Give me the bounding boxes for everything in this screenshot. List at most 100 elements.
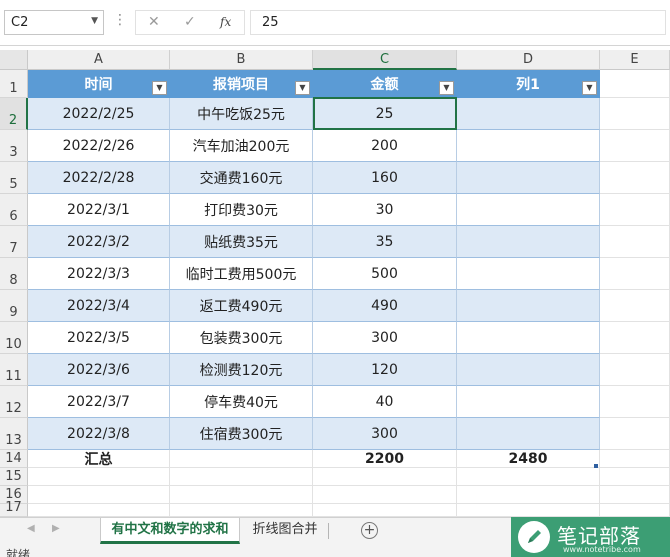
cell-d11[interactable] [457,354,600,386]
cell-c9[interactable]: 490 [313,290,457,322]
cell-b3[interactable]: 汽车加油200元 [170,130,313,162]
cell-b2[interactable]: 中午吃饭25元 [170,98,313,130]
row-header-12[interactable]: 12 [0,386,28,418]
cell-d14[interactable]: 2480 [457,450,600,468]
cell-e15[interactable] [600,468,670,486]
cell-e16[interactable] [600,486,670,504]
cell-b15[interactable] [170,468,313,486]
cell-c10[interactable]: 300 [313,322,457,354]
cell-e11[interactable] [600,354,670,386]
cell-b5[interactable]: 交通费160元 [170,162,313,194]
cell-e2[interactable] [600,98,670,130]
cell-c8[interactable]: 500 [313,258,457,290]
cell-e9[interactable] [600,290,670,322]
column-header-c[interactable]: C [313,50,457,70]
cell-d7[interactable] [457,226,600,258]
cell-a5[interactable]: 2022/2/28 [28,162,170,194]
cell-b1[interactable]: 报销项目 ▼ [170,70,313,98]
column-header-d[interactable]: D [457,50,600,70]
cell-c11[interactable]: 120 [313,354,457,386]
cell-a12[interactable]: 2022/3/7 [28,386,170,418]
cell-e5[interactable] [600,162,670,194]
formula-input[interactable]: 25 [250,10,666,35]
chevron-down-icon[interactable]: ▼ [91,16,98,26]
cell-d9[interactable] [457,290,600,322]
cell-e13[interactable] [600,418,670,450]
prev-sheet-icon[interactable]: ◀ [27,523,35,534]
cell-b9[interactable]: 返工费490元 [170,290,313,322]
cell-a17[interactable] [28,504,170,517]
cell-a2[interactable]: 2022/2/25 [28,98,170,130]
insert-function-icon[interactable]: fx [220,15,231,29]
cell-e14[interactable] [600,450,670,468]
cell-c2[interactable]: 25 [313,98,457,130]
row-header-8[interactable]: 8 [0,258,28,290]
cell-b10[interactable]: 包装费300元 [170,322,313,354]
row-header-11[interactable]: 11 [0,354,28,386]
cell-d13[interactable] [457,418,600,450]
cell-d12[interactable] [457,386,600,418]
cell-a3[interactable]: 2022/2/26 [28,130,170,162]
cell-a15[interactable] [28,468,170,486]
cell-c3[interactable]: 200 [313,130,457,162]
name-box[interactable]: C2 ▼ [4,10,104,35]
cell-a16[interactable] [28,486,170,504]
next-sheet-icon[interactable]: ▶ [52,523,60,534]
cell-b13[interactable]: 住宿费300元 [170,418,313,450]
cell-a9[interactable]: 2022/3/4 [28,290,170,322]
row-header-3[interactable]: 3 [0,130,28,162]
row-header-1[interactable]: 1 [0,70,28,98]
cell-c14[interactable]: 2200 [313,450,457,468]
column-header-e[interactable]: E [600,50,670,70]
cell-b8[interactable]: 临时工费用500元 [170,258,313,290]
row-header-2[interactable]: 2 [0,98,28,130]
cell-d6[interactable] [457,194,600,226]
filter-dropdown-icon[interactable]: ▼ [582,81,597,95]
cell-c5[interactable]: 160 [313,162,457,194]
row-header-15[interactable]: 15 [0,468,28,486]
enter-icon[interactable]: ✓ [184,14,196,30]
row-header-10[interactable]: 10 [0,322,28,354]
cell-e1[interactable] [600,70,670,98]
cell-b17[interactable] [170,504,313,517]
cell-a8[interactable]: 2022/3/3 [28,258,170,290]
cell-c13[interactable]: 300 [313,418,457,450]
row-header-13[interactable]: 13 [0,418,28,450]
cell-d5[interactable] [457,162,600,194]
row-header-17[interactable]: 17 [0,500,28,517]
cell-e17[interactable] [600,504,670,517]
tab-sheet-2[interactable]: 折线图合并 [244,518,326,544]
cell-a10[interactable]: 2022/3/5 [28,322,170,354]
filter-dropdown-icon[interactable]: ▼ [152,81,167,95]
cell-a11[interactable]: 2022/3/6 [28,354,170,386]
cell-c15[interactable] [313,468,457,486]
column-header-a[interactable]: A [28,50,170,70]
cell-d2[interactable] [457,98,600,130]
cell-a13[interactable]: 2022/3/8 [28,418,170,450]
cell-d1[interactable]: 列1 ▼ [457,70,600,98]
row-header-5[interactable]: 5 [0,162,28,194]
cell-e10[interactable] [600,322,670,354]
cell-e3[interactable] [600,130,670,162]
cell-b11[interactable]: 检测费120元 [170,354,313,386]
cell-b6[interactable]: 打印费30元 [170,194,313,226]
filter-dropdown-icon[interactable]: ▼ [439,81,454,95]
row-header-7[interactable]: 7 [0,226,28,258]
cell-e6[interactable] [600,194,670,226]
cell-c12[interactable]: 40 [313,386,457,418]
cell-a7[interactable]: 2022/3/2 [28,226,170,258]
cell-d17[interactable] [457,504,600,517]
table-resize-handle[interactable] [594,464,598,468]
tab-sheet-1[interactable]: 有中文和数字的求和 [100,518,240,544]
cell-b7[interactable]: 贴纸费35元 [170,226,313,258]
cancel-icon[interactable]: ✕ [148,14,160,30]
cell-a1[interactable]: 时间 ▼ [28,70,170,98]
cell-b16[interactable] [170,486,313,504]
row-header-9[interactable]: 9 [0,290,28,322]
cell-d3[interactable] [457,130,600,162]
add-sheet-button[interactable]: + [361,522,378,539]
row-header-14[interactable]: 14 [0,450,28,468]
cell-e12[interactable] [600,386,670,418]
cell-c6[interactable]: 30 [313,194,457,226]
column-header-b[interactable]: B [170,50,313,70]
